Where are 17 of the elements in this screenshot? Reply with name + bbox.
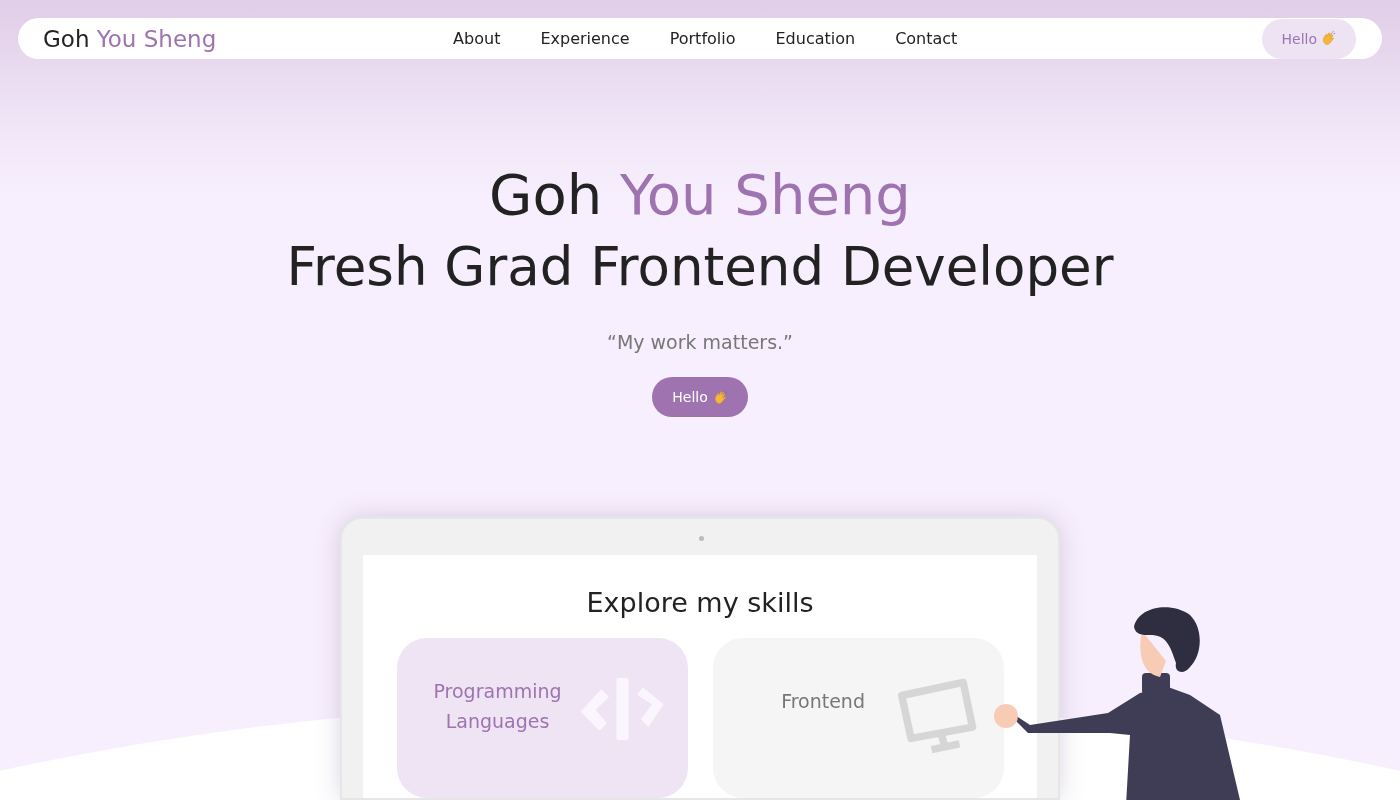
camera-dot (699, 536, 704, 541)
skill-label: Programming Languages (432, 679, 563, 734)
hero-title: Goh You Sheng (489, 161, 911, 229)
quote-text: “My work matters.” (607, 331, 793, 353)
nav-link[interactable]: Contact (895, 29, 958, 48)
hello-button[interactable]: Hello (652, 377, 748, 417)
nav-link[interactable]: Education (775, 29, 856, 48)
hero-subtitle: Fresh Grad Frontend Developer (286, 235, 1114, 299)
waving-hand-icon (1321, 31, 1336, 46)
nav-link[interactable]: Portfolio (669, 29, 736, 48)
skill-label: Frontend (780, 689, 866, 714)
skill-card[interactable]: Frontend (712, 638, 1004, 798)
waving-hand-icon (712, 389, 728, 405)
logo-link[interactable]: Goh You Sheng (43, 25, 273, 52)
nav-link[interactable]: About (453, 29, 501, 48)
skills-heading: Explore my skills (586, 587, 814, 618)
nav-link[interactable]: Experience (540, 29, 630, 48)
